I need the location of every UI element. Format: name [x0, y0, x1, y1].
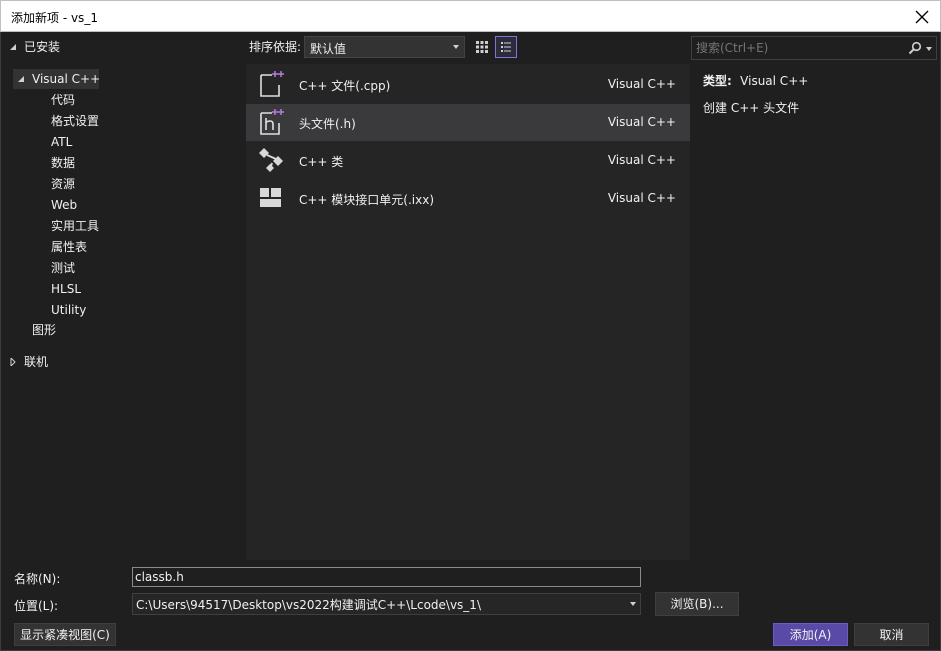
template-name: C++ 模块接口单元(.ixx)	[299, 193, 435, 207]
type-label: 类型:	[703, 74, 732, 88]
template-category: Visual C++	[607, 115, 676, 129]
header-file-icon	[260, 109, 284, 135]
module-interface-icon	[260, 188, 281, 207]
grid-icon	[476, 41, 488, 53]
tree-item-label: 联机	[24, 355, 49, 369]
template-details: 类型: Visual C++ 创建 C++ 头文件	[703, 72, 933, 116]
chevron-down-icon	[453, 45, 459, 49]
tree-item-visual-cpp[interactable]: Visual C++	[13, 69, 101, 89]
tree-item-graphics[interactable]: 图形	[32, 320, 56, 340]
tree-item-hlsl[interactable]: HLSL	[51, 279, 81, 299]
name-label: 名称(N):	[14, 572, 61, 586]
expanded-arrow-icon[interactable]	[17, 75, 25, 83]
add-new-item-dialog: 已安装 Visual C++ 代码 格式设置 ATL 数据 资源 Web 实用工…	[0, 32, 941, 651]
template-list: C++ 文件(.cpp) Visual C++ 头文件(.h) Visual C…	[246, 64, 690, 560]
cpp-file-icon	[260, 71, 284, 97]
tree-item-formatting[interactable]: 格式设置	[51, 111, 99, 131]
template-name: C++ 文件(.cpp)	[299, 79, 391, 93]
compact-view-button[interactable]: 显示紧凑视图(C)	[14, 623, 116, 646]
search-box[interactable]	[691, 36, 937, 60]
template-description: 创建 C++ 头文件	[703, 101, 800, 115]
collapsed-arrow-icon[interactable]	[9, 358, 17, 366]
type-row: 类型: Visual C++	[703, 72, 933, 89]
search-icon[interactable]	[908, 41, 922, 55]
template-category: Visual C++	[607, 153, 676, 167]
tree-item-atl[interactable]: ATL	[51, 132, 72, 152]
tree-item-code[interactable]: 代码	[51, 90, 75, 110]
tree-item-label: 已安装	[24, 40, 61, 54]
close-icon[interactable]	[910, 5, 934, 29]
template-item-module-interface[interactable]: C++ 模块接口单元(.ixx) Visual C++	[246, 180, 690, 217]
tree-item-utility[interactable]: Utility	[51, 300, 86, 320]
tree-item-test[interactable]: 测试	[51, 258, 75, 278]
tree-item-web[interactable]: Web	[51, 195, 77, 215]
search-input[interactable]	[692, 37, 902, 59]
name-input[interactable]	[133, 568, 640, 586]
template-name: 头文件(.h)	[299, 117, 356, 131]
sort-value: 默认值	[310, 42, 347, 56]
list-icon	[501, 42, 511, 52]
chevron-down-icon[interactable]	[926, 47, 932, 51]
template-category: Visual C++	[607, 191, 676, 205]
tree-item-online[interactable]: 联机	[9, 352, 48, 372]
add-button[interactable]: 添加(A)	[773, 623, 848, 646]
tree-item-property-sheets[interactable]: 属性表	[51, 237, 87, 257]
cpp-class-icon	[259, 148, 283, 172]
title-bar: 添加新项 - vs_1	[0, 0, 941, 32]
tree-item-installed[interactable]: 已安装	[9, 37, 60, 57]
template-category: Visual C++	[607, 77, 676, 91]
template-item-cpp-class[interactable]: C++ 类 Visual C++	[246, 142, 690, 179]
tree-item-data[interactable]: 数据	[51, 153, 75, 173]
expanded-arrow-icon[interactable]	[9, 43, 17, 51]
list-view-button[interactable]	[495, 36, 517, 58]
name-field[interactable]	[132, 567, 641, 587]
browse-button[interactable]: 浏览(B)...	[655, 592, 739, 616]
template-item-cpp-file[interactable]: C++ 文件(.cpp) Visual C++	[246, 66, 690, 103]
template-name: C++ 类	[299, 155, 344, 169]
chevron-down-icon[interactable]	[630, 602, 636, 606]
type-value: Visual C++	[740, 74, 809, 88]
tree-item-resource[interactable]: 资源	[51, 174, 75, 194]
sort-label: 排序依据:	[249, 40, 302, 54]
location-combobox[interactable]: C:\Users\94517\Desktop\vs2022构建调试C++\Lco…	[132, 593, 641, 615]
template-item-header-file[interactable]: 头文件(.h) Visual C++	[246, 104, 690, 141]
location-value: C:\Users\94517\Desktop\vs2022构建调试C++\Lco…	[136, 598, 481, 612]
window-title: 添加新项 - vs_1	[11, 11, 98, 25]
tree-item-label: Visual C++	[32, 72, 101, 86]
location-label: 位置(L):	[14, 599, 59, 613]
category-tree: 已安装 Visual C++ 代码 格式设置 ATL 数据 资源 Web 实用工…	[1, 32, 246, 560]
cancel-button[interactable]: 取消	[854, 623, 929, 646]
sort-dropdown[interactable]: 默认值	[304, 36, 465, 58]
tree-item-utility-tools[interactable]: 实用工具	[51, 216, 99, 236]
medium-icons-view-button[interactable]	[471, 36, 493, 58]
